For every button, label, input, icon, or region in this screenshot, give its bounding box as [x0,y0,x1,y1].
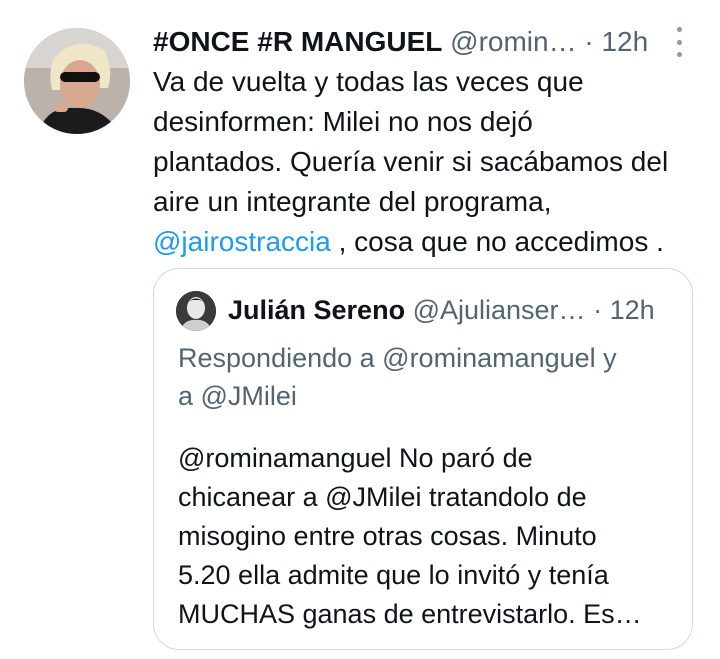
quoted-tweet-text: @rominamanguel No paró de chicanear a @J… [178,439,678,634]
quoted-text-line: MUCHAS ganas de entrevistarlo. Es… [178,599,642,629]
author-photo [24,28,130,134]
replying-to: Respondiendo a @rominamanguel y a @JMile… [178,339,678,415]
author-display-name[interactable]: #ONCE #R MANGUEL [153,26,442,57]
more-dot [676,39,682,45]
more-vertical-icon[interactable] [672,27,686,57]
tweet-timestamp[interactable]: 12h [601,26,648,57]
tweet-text-line: aire un integrante del programa, [153,186,552,217]
more-dot [676,27,682,32]
tweet-text-fragment: , cosa que no accedimos . [330,226,664,257]
quoted-tweet[interactable]: Julián Sereno @Ajulianser… · 12h Respond… [153,268,693,650]
tweet[interactable]: #ONCE #R MANGUEL @romin… · 12h Va de vue… [0,0,720,659]
tweet-text-line: Va de vuelta y todas las veces que [153,66,584,97]
replying-to-line: Respondiendo a @rominamanguel y [178,343,617,373]
separator-dot: · [584,26,594,57]
quoted-author-display-name[interactable]: Julián Sereno [228,295,405,325]
quoted-text-line: 5.20 ella admite que lo invitó y tenía [178,560,609,590]
author-avatar[interactable] [24,28,130,134]
separator-dot: · [593,295,603,325]
quoted-author-avatar[interactable] [176,291,216,331]
quoted-text-line: misogino entre otras cosas. Minuto [178,521,597,551]
tweet-text: Va de vuelta y todas las veces que desin… [153,62,713,262]
tweet-header: #ONCE #R MANGUEL @romin… · 12h [153,24,693,60]
replying-to-line: a @JMilei [178,381,297,411]
mention-link[interactable]: @jairostraccia [153,226,331,257]
tweet-text-line: plantados. Quería venir si sacábamos del [153,146,669,177]
quoted-text-line: chicanear a @JMilei tratandolo de [178,482,587,512]
quoted-text-line: @rominamanguel No paró de [178,443,533,473]
more-dot [676,52,682,57]
tweet-text-line: @jairostraccia , cosa que no accedimos . [153,222,713,262]
quoted-tweet-header: Julián Sereno @Ajulianser… · 12h [228,291,678,329]
quoted-author-photo [176,291,216,331]
tweet-text-line: desinformen: Milei no nos dejó [153,106,533,137]
quoted-tweet-timestamp: 12h [609,295,655,325]
author-handle[interactable]: @romin… [450,26,576,57]
quoted-author-handle[interactable]: @Ajulianser… [413,295,586,325]
